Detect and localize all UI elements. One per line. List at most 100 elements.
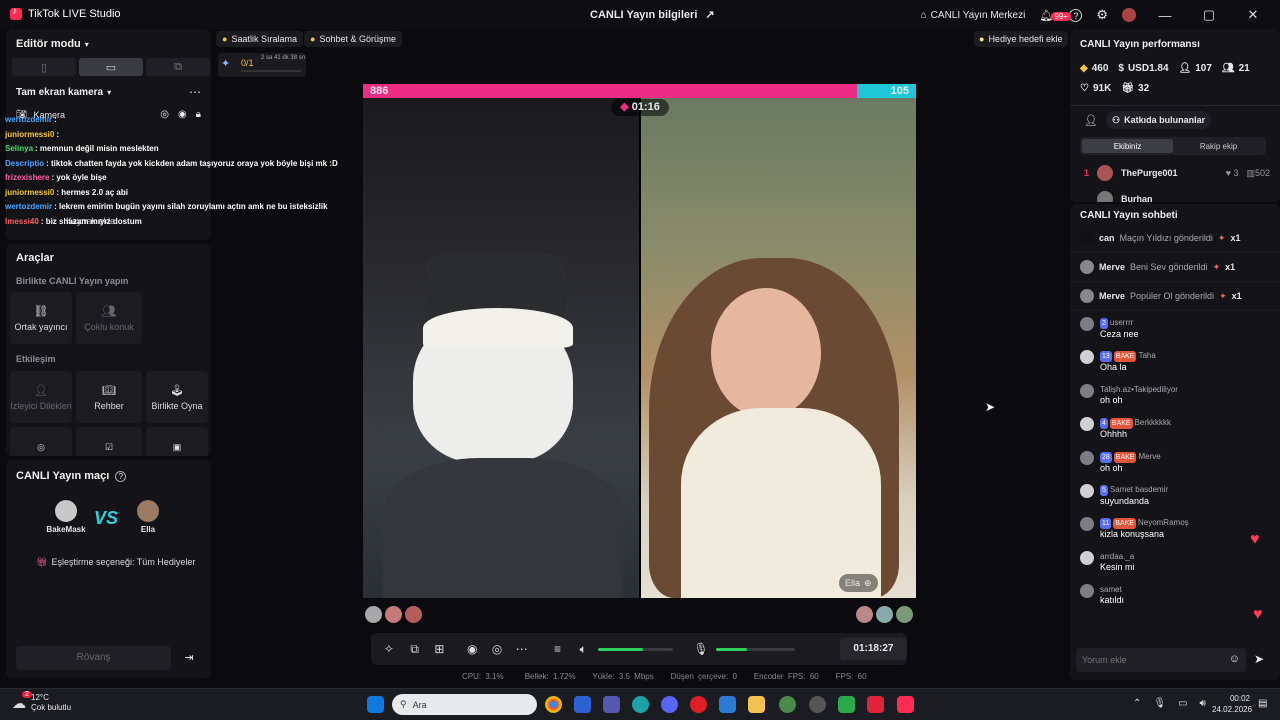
chat-message[interactable]: 5 Samet basdemir suyundanda	[1080, 483, 1270, 517]
exit-match-icon[interactable]: ⇥	[178, 646, 200, 670]
person-icon: 👤︎	[34, 384, 48, 397]
help-icon[interactable]: ?	[1069, 8, 1083, 22]
opera-icon[interactable]	[690, 696, 707, 713]
microphone-icon[interactable]: 🎙︎	[692, 642, 710, 656]
chrome-icon[interactable]	[545, 696, 562, 713]
store-icon[interactable]	[574, 696, 591, 713]
tab-rival-team[interactable]: Rakip ekip	[1173, 139, 1264, 153]
record-icon[interactable]: ◉	[463, 642, 481, 656]
tab-our-team[interactable]: Ekibiniz	[1082, 139, 1173, 153]
camera-switch-icon[interactable]: ◎	[488, 642, 506, 656]
gift-row[interactable]: can Maçın Yıldızı gönderildi ✦ x1	[1070, 224, 1280, 253]
gift-row[interactable]: Merve Beni Sev gönderildi ✦ x1	[1070, 253, 1280, 282]
taskbar-search[interactable]: ⚲ Ara	[392, 694, 537, 715]
supporter-avatar[interactable]	[365, 606, 382, 623]
volume-tray-icon[interactable]: 🔊︎	[1200, 698, 1206, 709]
weather-widget[interactable]: ☁ 12°C Çok bulutlu 2	[12, 691, 71, 713]
more-icon[interactable]: ⋯	[513, 642, 531, 656]
equalizer-icon[interactable]: ≡	[549, 642, 567, 656]
profile-avatar[interactable]	[1122, 8, 1136, 22]
chat-message[interactable]: 28 BAKE Merve oh oh	[1080, 450, 1270, 484]
microphone-tray-icon[interactable]: 🎙︎	[1153, 698, 1166, 709]
emoji-icon[interactable]: ☺	[1229, 653, 1240, 665]
speaker-icon[interactable]: 🔈︎	[574, 642, 592, 657]
supporter-avatar[interactable]	[876, 606, 893, 623]
screen-add-icon[interactable]: ⊞	[431, 642, 449, 656]
chat-username: wertozdemir	[5, 202, 53, 211]
tool-extra-2[interactable]: ☑	[76, 427, 142, 456]
chat-message[interactable]: samet katıldı	[1080, 584, 1270, 617]
app-title: TikTok LIVE Studio	[10, 6, 121, 20]
notifications-button[interactable]: 🔔︎ 99+	[1039, 9, 1071, 22]
app-icon[interactable]	[809, 696, 826, 713]
play-together-tool[interactable]: 🕹︎ Birlikte Oyna	[146, 371, 208, 423]
layout-icon[interactable]: ⧉	[406, 642, 424, 657]
chat-message[interactable]: 4 BAKE Berkkkkkk Ohhhh	[1080, 417, 1270, 450]
portrait-option[interactable]: ▯	[12, 58, 76, 76]
teams-icon[interactable]	[603, 696, 620, 713]
supporter-avatar[interactable]	[856, 606, 873, 623]
chat-overlay-line: Descriptio: tiktok chatten fayda yok kic…	[0, 157, 360, 172]
mic-slider[interactable]	[715, 647, 795, 651]
whatsapp-icon[interactable]	[838, 696, 855, 713]
live-info-button[interactable]: CANLI Yayın bilgileri ↗	[590, 8, 715, 22]
scene-dropdown[interactable]: Tam ekran kamera ▾	[16, 87, 111, 98]
maximize-button[interactable]: ▢	[1194, 7, 1224, 23]
chat-meet-chip[interactable]: ● Sohbet & Görüşme	[304, 31, 402, 47]
chat-message[interactable]: arrdaa._a Kesin mi	[1080, 550, 1270, 584]
comment-input[interactable]: ☺	[1076, 648, 1246, 672]
player2-card[interactable]: Ella	[118, 500, 178, 542]
add-gift-goal-button[interactable]: ● Hediye hedefi ekle	[974, 31, 1068, 47]
chevron-up-icon[interactable]: ⌃	[1133, 698, 1141, 709]
folder-icon[interactable]	[748, 696, 765, 713]
edge-icon[interactable]	[632, 696, 649, 713]
mail-icon[interactable]	[719, 696, 736, 713]
opponent-tag[interactable]: Ella ⊕	[839, 574, 878, 592]
player1-card[interactable]: BakeMask	[36, 500, 96, 542]
chat-message[interactable]: 2 userrrr Ceza nee	[1080, 317, 1270, 350]
contributors-button[interactable]: ⚇ Katkıda bulunanlar	[1106, 111, 1212, 129]
rematch-button[interactable]: Rövanş	[16, 646, 171, 670]
live-preview[interactable]: 886 105 ◆ 01:16 Ella ⊕	[363, 84, 916, 598]
cohost-tool[interactable]: ⛓︎ Ortak yayıncı	[10, 292, 72, 344]
tool-extra-1[interactable]: ◎	[10, 427, 72, 456]
magic-wand-icon[interactable]: ✧	[380, 642, 398, 656]
supporter-avatar[interactable]	[385, 606, 402, 623]
person-settings-icon[interactable]: 👤︎	[1084, 114, 1098, 127]
close-button[interactable]: ✕	[1238, 7, 1268, 23]
tiktok-studio-icon[interactable]	[897, 696, 914, 713]
chat-message[interactable]: Talişh.az•Takipediliyor oh oh	[1080, 383, 1270, 417]
youtube-icon[interactable]	[867, 696, 884, 713]
comment-field[interactable]	[1076, 648, 1216, 672]
landscape-option[interactable]: ▭	[79, 58, 143, 76]
viewer-requests-tool[interactable]: 👤︎ İzleyici Dilekleri	[10, 371, 72, 423]
supporter-avatar[interactable]	[405, 606, 422, 623]
hourly-rank-chip[interactable]: ● Saatlik Sıralama	[216, 31, 303, 47]
minimize-button[interactable]: —	[1150, 8, 1180, 23]
settings-gear-icon[interactable]: ⚙	[1096, 7, 1108, 23]
gift-goal-widget[interactable]: ✦ 0/1 2 sa 41 dk 38 sn	[218, 53, 306, 77]
contributor-row[interactable]: 1 ThePurge001 ♥ 3 ▥502	[1084, 165, 1270, 181]
gift-row[interactable]: Merve Popüler Ol gönderildi ✦ x1	[1070, 282, 1280, 311]
live-center-button[interactable]: ⌂ CANLI Yayın Merkezi	[921, 10, 1026, 21]
clock[interactable]: 00:02 24.02.2026	[1212, 693, 1252, 715]
notification-center-icon[interactable]: ▤	[1258, 698, 1267, 709]
discord-icon[interactable]	[661, 696, 678, 713]
windows-start-icon[interactable]	[367, 696, 384, 713]
multiguest-tool[interactable]: 👥︎ Çoklu konuk	[76, 292, 142, 344]
chat-message[interactable]: 13 BAKE Taha Oha la	[1080, 350, 1270, 383]
info-icon[interactable]: ?	[115, 470, 127, 482]
rotate-option[interactable]: ⧉	[146, 58, 210, 76]
editor-mode-dropdown[interactable]: Editör modu ▾	[16, 38, 89, 50]
chat-message[interactable]: 11 BAKE NeyomRamoş kizla konuşsana	[1080, 517, 1270, 550]
more-options-icon[interactable]: ⋯	[189, 85, 201, 99]
contributor-row[interactable]: Burhan	[1084, 191, 1270, 202]
send-icon[interactable]: ➤	[1254, 652, 1264, 666]
guide-tool[interactable]: 📖︎ Rehber	[76, 371, 142, 423]
network-icon[interactable]: ▭	[1178, 698, 1187, 709]
supporter-avatar[interactable]	[896, 606, 913, 623]
gift-text: Popüler Ol gönderildi	[1130, 291, 1215, 301]
tool-extra-3[interactable]: ▣	[146, 427, 208, 456]
chrome-alt-icon[interactable]	[779, 696, 796, 713]
volume-slider[interactable]	[598, 647, 674, 651]
